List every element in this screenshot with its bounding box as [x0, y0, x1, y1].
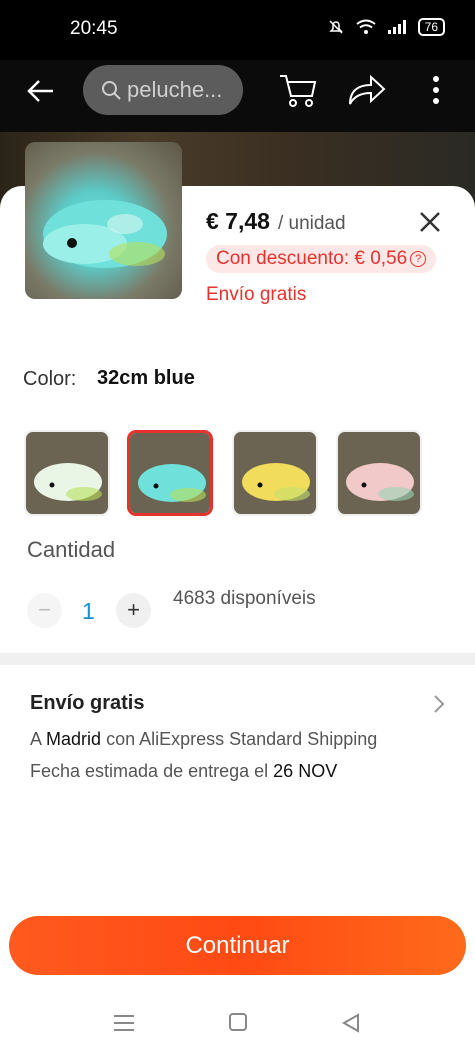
- discount-badge[interactable]: Con descuento: € 0,56 ?: [206, 245, 437, 273]
- price-row: € 7,48 / unidad: [206, 208, 346, 235]
- search-placeholder: peluche...: [127, 77, 223, 102]
- product-image: [25, 142, 182, 299]
- status-bar: 20:45 76: [0, 0, 475, 60]
- color-label: Color:: [23, 368, 77, 390]
- nav-back-icon[interactable]: [342, 1013, 360, 1033]
- share-icon[interactable]: [347, 74, 387, 108]
- variant-pink-image: [338, 432, 420, 514]
- close-icon[interactable]: [418, 210, 442, 234]
- status-time: 20:45: [70, 18, 118, 39]
- quantity-decrease-button[interactable]: −: [27, 593, 62, 628]
- discount-text: Con descuento: € 0,56: [216, 248, 408, 269]
- stock-available: 4683 disponíveis: [173, 588, 316, 609]
- signal-icon: [387, 20, 406, 34]
- wifi-icon: [356, 19, 376, 34]
- shipping-title[interactable]: Envío gratis: [30, 692, 144, 715]
- shipping-delivery-date: 26 NOV: [273, 761, 338, 781]
- shipping-route-prefix: A: [30, 729, 42, 749]
- section-divider: [0, 653, 475, 665]
- variant-pink[interactable]: [336, 430, 422, 516]
- status-icons: 76: [328, 18, 445, 36]
- search-input[interactable]: peluche...: [83, 65, 243, 115]
- continue-button[interactable]: Continuar: [9, 916, 466, 975]
- shipping-eta: Fecha estimada de entrega el 26 NOV: [30, 761, 337, 782]
- variant-white-image: [26, 432, 108, 514]
- info-icon: ?: [410, 251, 427, 267]
- variant-blue[interactable]: [127, 430, 213, 516]
- system-nav-bar: [0, 990, 475, 1056]
- shipping-destination: Madrid: [46, 729, 102, 749]
- price: € 7,48: [206, 208, 270, 234]
- free-shipping-label: Envío gratis: [206, 284, 307, 305]
- top-bar: peluche...: [0, 60, 475, 132]
- search-icon: [102, 81, 121, 100]
- recent-apps-icon[interactable]: [114, 1014, 134, 1032]
- color-selected-value: 32cm blue: [97, 367, 195, 389]
- quantity-increase-button[interactable]: +: [116, 593, 151, 628]
- shipping-route: A Madrid con AliExpress Standard Shippin…: [30, 729, 377, 750]
- chevron-right-icon[interactable]: [433, 694, 445, 714]
- back-arrow-icon[interactable]: [26, 76, 56, 106]
- variant-white[interactable]: [24, 430, 110, 516]
- cart-icon[interactable]: [278, 72, 318, 108]
- quantity-label: Cantidad: [27, 537, 116, 562]
- mute-bell-icon: [328, 20, 343, 34]
- shipping-method: con AliExpress Standard Shipping: [106, 729, 378, 749]
- variant-blue-image: [130, 433, 210, 513]
- home-icon[interactable]: [229, 1013, 247, 1031]
- shipping-eta-prefix: Fecha estimada de entrega el: [30, 761, 269, 781]
- variant-yellow-image: [234, 432, 316, 514]
- more-options-icon[interactable]: [430, 74, 442, 106]
- variant-yellow[interactable]: [232, 430, 318, 516]
- quantity-value[interactable]: 1: [82, 598, 95, 625]
- price-unit: / unidad: [277, 213, 346, 234]
- battery-icon: 76: [417, 18, 445, 36]
- dolphin-plush-image: [43, 200, 167, 268]
